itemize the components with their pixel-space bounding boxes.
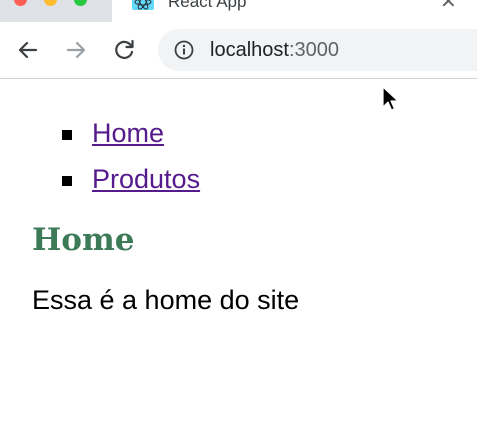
maximize-window-button[interactable] — [74, 0, 87, 6]
browser-tab[interactable]: React App ✕ — [112, 0, 477, 22]
tab-title: React App — [168, 0, 247, 11]
bullet-icon — [62, 176, 72, 186]
browser-toolbar: localhost:3000 — [0, 22, 477, 79]
url-text[interactable]: localhost:3000 — [210, 39, 339, 61]
minimize-window-button[interactable] — [44, 0, 57, 6]
address-bar[interactable]: localhost:3000 — [158, 29, 477, 71]
close-tab-icon[interactable]: ✕ — [440, 0, 457, 12]
close-window-button[interactable] — [14, 0, 27, 6]
arrow-left-icon[interactable] — [14, 36, 42, 64]
nav-link-home[interactable]: Home — [92, 117, 164, 149]
info-icon[interactable] — [174, 40, 194, 60]
arrow-right-icon[interactable] — [62, 36, 90, 64]
page-title: Home — [32, 222, 135, 258]
reload-icon[interactable] — [110, 36, 138, 64]
url-host: localhost — [210, 39, 289, 61]
tab-strip: React App ✕ — [0, 0, 477, 22]
bullet-icon — [62, 130, 72, 140]
url-port: :3000 — [288, 39, 339, 61]
page-text: Essa é a home do site — [32, 285, 300, 315]
react-icon — [132, 0, 154, 10]
page-content: Home Produtos Home Essa é a home do site — [0, 79, 477, 447]
nav-link-produtos[interactable]: Produtos — [92, 163, 200, 195]
mouse-cursor-icon — [382, 86, 399, 111]
